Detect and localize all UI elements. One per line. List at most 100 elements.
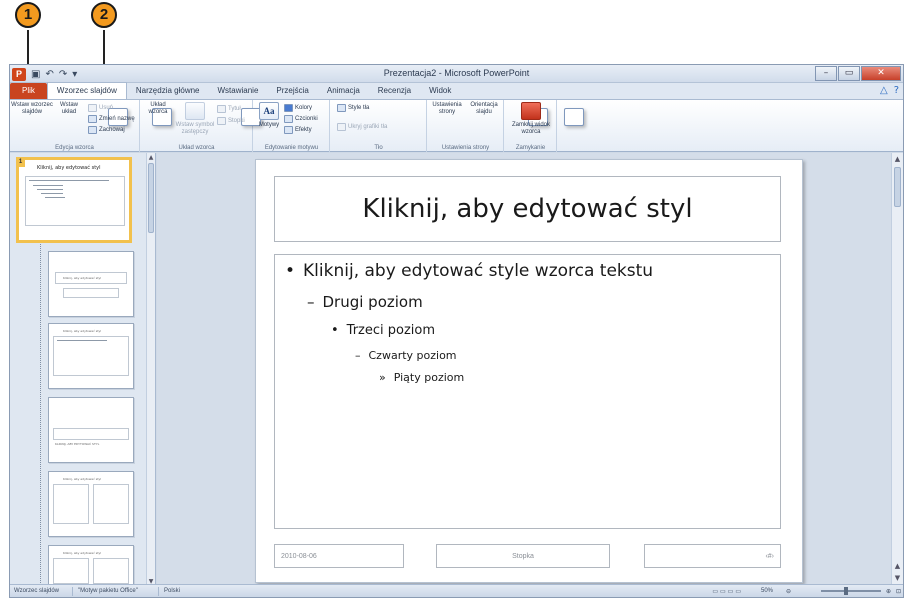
status-language[interactable]: Polski (164, 588, 180, 594)
master-layout-label: Układ wzorca (148, 102, 168, 115)
minimize-ribbon-icon[interactable]: △ (880, 85, 888, 96)
effects-button[interactable]: Efekty (284, 125, 312, 135)
bullet-level-1: • Kliknij, aby edytować style wzorca teks… (285, 261, 653, 281)
insert-placeholder-button[interactable]: Wstaw symbol zastępczy (175, 102, 215, 136)
thumbnail-master-title: Kliknij, aby edytować styl (37, 165, 101, 171)
insert-layout-button[interactable]: Wstaw układ (54, 102, 172, 126)
tab-home[interactable]: Narzędzia główne (127, 83, 209, 99)
next-slide-icon[interactable]: ▼ (892, 574, 903, 582)
thumbnail-layout-comparison[interactable]: Kliknij, aby edytować styl (48, 545, 134, 585)
tab-review[interactable]: Recenzja (369, 83, 420, 99)
page-setup-label: Ustawienia strony (432, 102, 462, 115)
bullet-level-5: » Piąty poziom (379, 371, 464, 384)
zoom-level[interactable]: 50% (761, 588, 773, 594)
hide-graphics-check-icon (337, 123, 346, 131)
colors-label: Kolory (295, 105, 313, 111)
close-master-view-button[interactable]: Zamknij widok wzorca (507, 102, 555, 136)
fit-to-window-icon[interactable]: ⊡ (896, 588, 901, 595)
tab-animations[interactable]: Animacja (318, 83, 369, 99)
colors-button[interactable]: Kolory (284, 103, 312, 113)
slide-orientation-button[interactable]: Orientacja slajdu (466, 102, 584, 126)
thumbnails-scroll-handle[interactable] (148, 163, 154, 233)
delete-label: Usuń (99, 105, 114, 111)
background-styles-button[interactable]: Style tła (337, 103, 369, 113)
tab-file[interactable]: Plik (10, 83, 47, 99)
thumbnails-scrollbar[interactable]: ▲ ▼ (146, 153, 155, 586)
bullet-level-4-marker: – (355, 349, 361, 362)
insert-placeholder-icon (185, 102, 205, 120)
bullet-level-5-text: Piąty poziom (393, 371, 465, 384)
maximize-button[interactable]: ▭ (838, 66, 860, 81)
slide-canvas[interactable]: Kliknij, aby edytować styl • Kliknij, aby… (255, 159, 803, 583)
thumbnail-layout-section-box (53, 428, 129, 440)
close-button[interactable]: ✕ (861, 66, 901, 81)
insert-slide-master-button[interactable]: Wstaw wzorzec slajdów (10, 102, 128, 126)
slide-number-placeholder[interactable]: ‹#› (644, 544, 781, 568)
vscroll-up-arrow-icon[interactable]: ▲ (892, 155, 903, 163)
preserve-icon (88, 126, 97, 134)
thumbnail-layout-subtitle-box (63, 288, 119, 298)
tab-insert[interactable]: Wstawianie (209, 83, 268, 99)
scroll-up-arrow-icon[interactable]: ▲ (147, 154, 155, 161)
vscroll-handle[interactable] (894, 167, 901, 207)
thumbnail-layout-title[interactable]: Kliknij, aby edytować styl (48, 251, 134, 317)
footers-checkbox[interactable]: Stopki (217, 116, 245, 126)
title-check-icon (217, 105, 226, 113)
title-placeholder[interactable]: Kliknij, aby edytować styl (274, 176, 781, 242)
thumbnail-layout-content-body (53, 336, 129, 376)
group-edit-master: Wstaw wzorzec slajdów Wstaw układ Usuń Z… (10, 100, 172, 152)
thumbnail-layout-content[interactable]: Kliknij, aby edytować styl (48, 323, 134, 389)
thumbnail-layout-section[interactable]: KLIKNIJ, ABY EDYTOWAĆ STYL (48, 397, 134, 463)
tab-transitions[interactable]: Przejścia (267, 83, 317, 99)
hide-background-graphics-checkbox[interactable]: Ukryj grafiki tła (337, 122, 387, 132)
delete-button[interactable]: Usuń (88, 103, 113, 113)
view-buttons[interactable]: ▭▭▭▭ (712, 588, 743, 595)
insert-placeholder-label: Wstaw symbol zastępczy (175, 122, 215, 135)
bullet-level-1-text: Kliknij, aby edytować style wzorca tekst… (303, 261, 654, 281)
group-label-background: Tło (374, 145, 383, 151)
slide-vertical-scrollbar[interactable]: ▲ ▲ ▼ (891, 153, 903, 586)
slide-orientation-icon (564, 108, 584, 126)
help-icon[interactable]: ? (894, 85, 899, 96)
thumbnail-layout-comparison-right (93, 558, 129, 584)
group-label-page-setup: Ustawienia strony (441, 145, 490, 151)
tab-slide-master[interactable]: Wzorzec slajdów (46, 82, 127, 99)
zoom-slider[interactable] (821, 590, 881, 592)
preserve-button[interactable]: Zachowaj (88, 125, 125, 135)
zoom-in-icon[interactable]: ⊕ (886, 588, 891, 595)
thumbnail-layout-two-content-title: Kliknij, aby edytować styl (63, 477, 102, 481)
bullet-level-3-text: Trzeci poziom (346, 323, 436, 338)
zoom-out-icon[interactable]: ⊖ (786, 588, 791, 595)
slide-editing-area: Kliknij, aby edytować styl • Kliknij, aby… (157, 153, 893, 586)
themes-button[interactable]: Aa Motywy (256, 102, 282, 129)
fonts-button[interactable]: Czcionki (284, 114, 318, 124)
title-bar: P ▣ ↶ ↷ ▾ Prezentacja2 - Microsoft Power… (10, 65, 903, 83)
title-checkbox[interactable]: Tytuł (217, 104, 241, 114)
page-setup-button[interactable]: Ustawienia strony (430, 102, 548, 126)
rename-button[interactable]: Zmień nazwę (88, 114, 135, 124)
hide-graphics-label: Ukryj grafiki tła (348, 124, 388, 130)
content-placeholder[interactable]: • Kliknij, aby edytować style wzorca teks… (274, 254, 781, 529)
thumbnail-slide-master[interactable]: 1 Kliknij, aby edytować styl (16, 157, 132, 243)
group-master-layout: Układ wzorca Wstaw symbol zastępczy Tytu… (141, 100, 261, 152)
powerpoint-window: P ▣ ↶ ↷ ▾ Prezentacja2 - Microsoft Power… (9, 64, 904, 598)
title-placeholder-text: Kliknij, aby edytować styl (362, 194, 693, 224)
status-view-name: Wzorzec slajdów (14, 588, 60, 594)
effects-label: Efekty (295, 127, 312, 133)
footer-placeholder[interactable]: Stopka (436, 544, 610, 568)
tab-view[interactable]: Widok (420, 83, 460, 99)
previous-slide-icon[interactable]: ▲ (892, 562, 903, 570)
group-label-master-layout: Układ wzorca (178, 145, 215, 151)
group-close: Zamknij widok wzorca Zamykanie (505, 100, 557, 152)
zoom-slider-knob[interactable] (844, 587, 848, 595)
master-layout-button[interactable]: Układ wzorca (143, 102, 261, 126)
fonts-label: Czcionki (295, 116, 318, 122)
slide-number-placeholder-text: ‹#› (765, 552, 774, 560)
colors-icon (284, 104, 293, 112)
minimize-button[interactable]: – (815, 66, 837, 81)
bullet-level-2-marker: – (307, 293, 315, 311)
footers-checkbox-label: Stopki (228, 118, 245, 124)
date-placeholder[interactable]: 2010-08-06 (274, 544, 404, 568)
thumbnail-layout-two-content[interactable]: Kliknij, aby edytować styl (48, 471, 134, 537)
status-theme-name: "Motyw pakietu Office" (78, 588, 138, 594)
